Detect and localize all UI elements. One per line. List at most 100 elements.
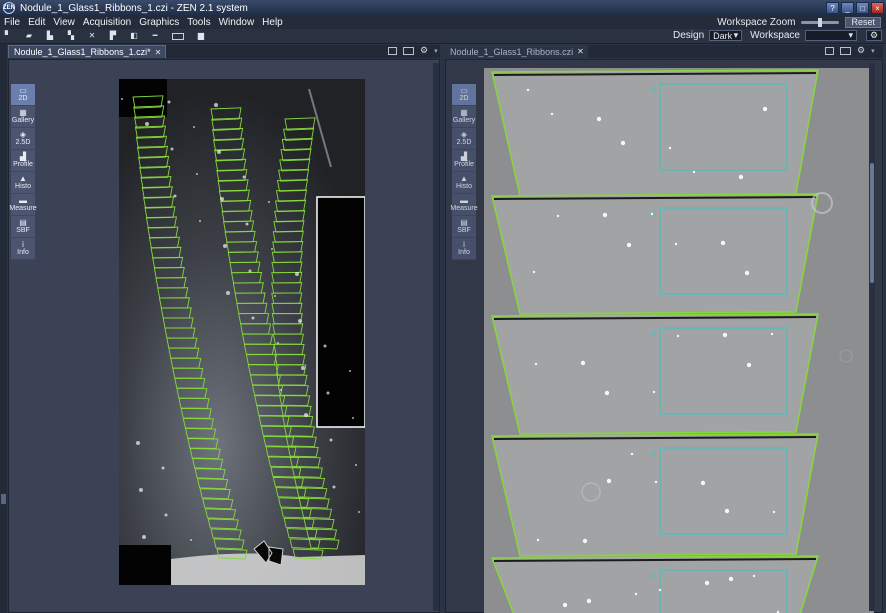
scrollbar-thumb[interactable] [870,163,874,283]
left-tab-bar: Nodule_1_Glass1_Ribbons_1.czi* ✕ ⚙ ▾ [8,45,440,58]
gear-icon[interactable]: ⚙ [420,46,428,55]
close-icon[interactable]: ✕ [577,47,584,56]
overview-image[interactable] [119,79,365,585]
save-icon[interactable]: ▙ [46,32,54,40]
debris-speck [352,417,354,419]
2d-view-icon: ▭ [19,86,27,95]
line-icon[interactable]: ━ [151,32,159,40]
tool-label: Histo [456,183,472,190]
menu-acquisition[interactable]: Acquisition [79,17,135,28]
grid-layout-icon[interactable] [825,46,834,55]
maximize-button[interactable]: □ [856,2,869,14]
debris-speck [604,390,610,396]
close-button[interactable]: × [871,2,884,14]
view-tool-histo[interactable]: ▲ Histo [452,172,476,194]
right-vertical-scrollbar[interactable] [869,63,875,611]
minimize-button[interactable]: _ [841,2,854,14]
gear-icon[interactable]: ⚙ [857,46,865,55]
view-tool-2d[interactable]: ▭ 2D [11,84,35,106]
zen-app-icon[interactable]: ZEN [3,2,15,14]
tab-document-2[interactable]: Nodule_1_Glass1_Ribbons.czi ✕ [445,45,588,58]
debris-speck [744,270,750,276]
monitor-icon[interactable]: ▆ [197,32,205,40]
tool-label: SBF [16,227,30,234]
view-tool-sbf[interactable]: ▤ SBF [452,216,476,238]
zoom-reset-button[interactable]: Reset [845,17,881,28]
view-tool-2-5d[interactable]: ◈ 2.5D [11,128,35,150]
view-tool-2d[interactable]: ▭ 2D [452,84,476,106]
view-tool-info[interactable]: i Info [11,238,35,260]
zoom-slider-knob[interactable] [818,18,823,27]
cut-icon[interactable]: ✕ [88,32,96,40]
profile-icon: ▟ [460,152,468,161]
view-tool-histo[interactable]: ▲ Histo [11,172,35,194]
sbf-icon: ▤ [19,218,27,227]
section-detail-image[interactable]: #1 #1 #1 #1 #1 [484,68,874,613]
view-tool-info[interactable]: i Info [452,238,476,260]
view-tool-measure[interactable]: ▬ Measure [9,194,37,216]
histogram-icon: ▲ [460,174,468,183]
tool-label: Profile [454,161,474,168]
dock-grip-handle[interactable] [1,494,6,504]
view-tool-2-5d[interactable]: ◈ 2.5D [452,128,476,150]
debris-speck [606,478,612,484]
view-tool-gallery[interactable]: ▦ Gallery [452,106,476,128]
debris-speck [268,201,270,203]
menu-file[interactable]: File [0,17,24,28]
debris-speck [142,535,146,539]
profile-icon: ▟ [19,152,27,161]
copy-icon[interactable]: ▛ [109,32,117,40]
help-button[interactable]: ? [826,2,839,14]
menu-graphics[interactable]: Graphics [135,17,183,28]
debris-speck [580,360,586,366]
debris-speck [658,588,662,592]
debris-speck [676,334,680,338]
save-as-icon[interactable]: ▚ [67,32,75,40]
workspace-dropdown[interactable]: ▾ [805,30,857,41]
split-view-icon[interactable] [403,46,414,55]
menu-edit[interactable]: Edit [24,17,49,28]
chevron-down-icon[interactable]: ▾ [434,47,438,55]
tool-label: Histo [15,183,31,190]
close-icon[interactable]: ✕ [155,48,162,57]
left-vertical-scrollbar[interactable] [433,63,439,611]
info-icon: i [463,240,465,249]
open-icon[interactable]: ▰ [25,32,33,40]
import-icon[interactable]: ◧ [130,32,138,40]
view-tool-measure[interactable]: ▬ Measure [450,194,478,216]
workspace-settings-button[interactable]: ⚙ [866,30,882,41]
debris-speck [355,464,357,466]
new-icon[interactable]: ▘ [4,32,12,40]
view-tool-profile[interactable]: ▟ Profile [452,150,476,172]
debris-speck [762,106,768,112]
debris-speck [161,466,165,470]
view-tool-sbf[interactable]: ▤ SBF [11,216,35,238]
2-5d-icon: ◈ [19,130,27,139]
debris-speck [722,332,728,338]
debris-speck [556,214,560,218]
menu-window[interactable]: Window [215,17,259,28]
debris-speck [634,592,638,596]
menu-help[interactable]: Help [258,17,287,28]
debris-speck [170,147,174,151]
measure-icon: ▬ [460,196,468,205]
tab-document-1[interactable]: Nodule_1_Glass1_Ribbons_1.czi* ✕ [8,45,167,58]
debris-speck [190,539,192,541]
chevron-down-icon[interactable]: ▾ [871,47,875,55]
frame-icon[interactable] [172,32,184,40]
workspace-zoom-slider[interactable] [801,18,840,27]
view-tool-gallery[interactable]: ▦ Gallery [11,106,35,128]
split-view-icon[interactable] [840,46,851,55]
grid-layout-icon[interactable] [388,46,397,55]
debris-speck [223,244,227,248]
design-dropdown[interactable]: Dark ▾ [709,30,743,41]
view-tools-left: ▭ 2D ▦ Gallery ◈ 2.5D ▟ Profile ▲ Histo ▬ Meas… [9,84,37,260]
menu-view[interactable]: View [49,17,79,28]
debris-speck [167,100,171,104]
view-tool-profile[interactable]: ▟ Profile [11,150,35,172]
debris-speck [562,602,568,608]
debris-speck [526,88,530,92]
roi-label: #1 [650,452,657,458]
menu-tools[interactable]: Tools [183,17,214,28]
left-dock-edge [0,44,7,613]
